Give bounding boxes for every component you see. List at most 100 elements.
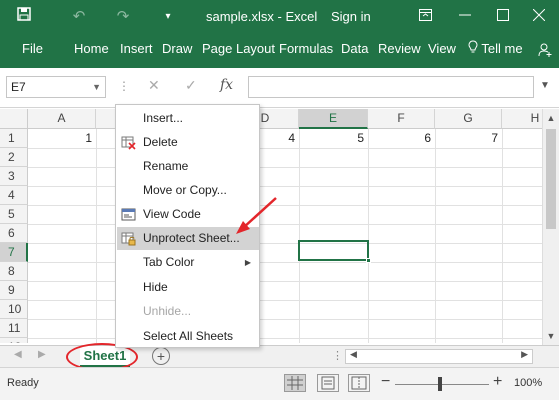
menu-item-unprotect-sheet[interactable]: Unprotect Sheet...	[117, 227, 259, 250]
normal-view-button[interactable]	[284, 374, 306, 392]
row-header-4[interactable]: 4	[0, 186, 28, 205]
menu-item-label: Unhide...	[143, 304, 192, 318]
menu-item-view-code[interactable]: View Code	[117, 203, 259, 226]
submenu-arrow-icon: ▶	[244, 258, 251, 267]
zoom-level[interactable]: 100%	[514, 377, 542, 389]
maximize-icon[interactable]	[489, 0, 517, 34]
status-bar: Ready − + 100%	[0, 367, 559, 400]
chevron-down-icon[interactable]: ▼	[92, 77, 101, 97]
scroll-right-icon[interactable]: ▶	[521, 349, 528, 360]
row-header-11[interactable]: 11	[0, 319, 28, 338]
menu-item-label: Move or Copy...	[143, 183, 227, 197]
status-text: Ready	[7, 377, 39, 389]
vertical-scrollbar[interactable]: ▲ ▼	[542, 109, 559, 345]
redo-icon[interactable]: ↷	[112, 0, 134, 34]
menu-item-label: Insert...	[143, 111, 184, 125]
tab-file[interactable]: File	[22, 34, 43, 68]
undo-icon[interactable]: ↶	[68, 0, 90, 34]
cancel-icon[interactable]: ✕	[148, 77, 160, 94]
tab-insert[interactable]: Insert	[120, 34, 153, 68]
page-break-view-button[interactable]	[348, 374, 370, 392]
menu-item-select-all-sheets[interactable]: Select All Sheets	[117, 325, 259, 348]
ribbon-display-icon[interactable]	[414, 0, 436, 34]
row-header-9[interactable]: 9	[0, 281, 28, 300]
row-header-3[interactable]: 3	[0, 167, 28, 186]
fill-handle[interactable]	[366, 258, 371, 263]
tab-page-layout[interactable]: Page Layout	[202, 34, 275, 68]
row-header-7[interactable]: 7	[0, 243, 28, 262]
scroll-down-icon[interactable]: ▼	[543, 331, 559, 341]
column-header-a[interactable]: A	[28, 109, 96, 129]
grid-line	[28, 167, 542, 168]
select-all-corner[interactable]	[0, 109, 28, 129]
share-icon[interactable]	[538, 34, 552, 68]
customize-qat-icon[interactable]: ▾	[158, 0, 178, 34]
grid-line	[368, 129, 369, 343]
cell-a1[interactable]: 1	[28, 129, 96, 148]
column-header-f[interactable]: F	[368, 109, 435, 129]
menu-item-label: Hide	[143, 280, 168, 294]
cell-f1[interactable]: 6	[368, 129, 435, 148]
row-header-1[interactable]: 1	[0, 129, 28, 148]
tab-review[interactable]: Review	[378, 34, 421, 68]
horizontal-scrollbar[interactable]: ◀ ▶	[345, 349, 533, 364]
tab-splitter[interactable]: ⋮	[332, 349, 343, 362]
menu-item-tab-color[interactable]: Tab Color ▶	[117, 251, 259, 274]
tab-view[interactable]: View	[428, 34, 456, 68]
row-header-5[interactable]: 5	[0, 205, 28, 224]
next-sheet-icon[interactable]: ▶	[38, 349, 46, 360]
zoom-slider[interactable]	[395, 384, 489, 385]
zoom-slider-thumb[interactable]	[438, 377, 442, 391]
close-icon[interactable]	[525, 0, 553, 34]
tab-draw[interactable]: Draw	[162, 34, 192, 68]
menu-item-insert[interactable]: Insert...	[117, 107, 259, 130]
tell-me-box[interactable]: Tell me	[468, 34, 523, 68]
row-header-8[interactable]: 8	[0, 262, 28, 281]
enter-icon[interactable]: ✓	[185, 77, 197, 94]
grid-line	[28, 205, 542, 206]
window-title: sample.xlsx - Excel	[206, 9, 318, 24]
add-sheet-icon[interactable]: +	[152, 347, 170, 365]
row-header-12[interactable]: 12	[0, 338, 28, 343]
column-header-e[interactable]: E	[299, 109, 368, 129]
tab-home[interactable]: Home	[74, 34, 109, 68]
scroll-up-icon[interactable]: ▲	[543, 113, 559, 123]
row-header-10[interactable]: 10	[0, 300, 28, 319]
column-header-h[interactable]: H	[502, 109, 542, 129]
column-header-g[interactable]: G	[435, 109, 502, 129]
scroll-left-icon[interactable]: ◀	[350, 349, 357, 360]
prev-sheet-icon[interactable]: ◀	[14, 349, 22, 360]
cell-e1[interactable]: 5	[299, 129, 368, 148]
menu-item-rename[interactable]: Rename	[117, 155, 259, 178]
row-header-6[interactable]: 6	[0, 224, 28, 243]
insert-function-button[interactable]: fx	[220, 77, 233, 93]
tab-formulas[interactable]: Formulas	[279, 34, 333, 68]
menu-item-hide[interactable]: Hide	[117, 276, 259, 299]
name-box[interactable]: E7 ▼	[6, 76, 106, 98]
sign-in-link[interactable]: Sign in	[331, 0, 371, 34]
worksheet-grid[interactable]: A B C D E F G H 1 2 3 4 5 6 7 8 9 10 11 …	[0, 109, 542, 343]
grid-line	[28, 338, 542, 339]
menu-item-move-or-copy[interactable]: Move or Copy...	[117, 179, 259, 202]
cell-g1[interactable]: 7	[435, 129, 502, 148]
vertical-scroll-thumb[interactable]	[546, 129, 556, 229]
grid-line	[28, 262, 542, 263]
page-layout-view-button[interactable]	[317, 374, 339, 392]
zoom-out-button[interactable]: −	[381, 373, 390, 391]
name-box-value: E7	[11, 80, 26, 94]
tab-data[interactable]: Data	[341, 34, 368, 68]
lightbulb-icon	[468, 35, 478, 65]
active-cell-e7[interactable]	[298, 240, 371, 263]
grid-line	[28, 243, 542, 244]
menu-item-label: Select All Sheets	[143, 329, 234, 343]
row-header-2[interactable]: 2	[0, 148, 28, 167]
zoom-in-button[interactable]: +	[493, 373, 502, 391]
formula-bar: E7 ▼ ⋮ ✕ ✓ fx ▼	[0, 68, 559, 108]
menu-item-label: Delete	[143, 135, 178, 149]
minimize-icon[interactable]	[451, 0, 479, 34]
grid-line	[28, 319, 542, 320]
save-icon[interactable]	[12, 0, 36, 34]
expand-formula-icon[interactable]: ▼	[540, 80, 550, 91]
formula-input[interactable]	[248, 76, 534, 98]
menu-item-delete[interactable]: Delete	[117, 131, 259, 154]
